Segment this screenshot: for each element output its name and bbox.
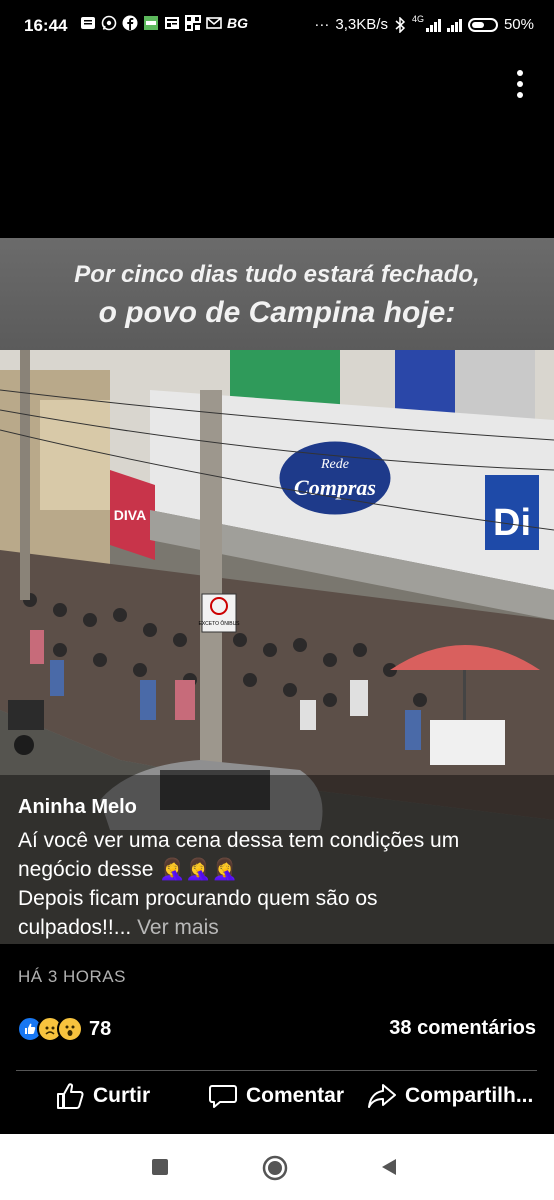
comments-count[interactable]: 38 comentários [389,1017,536,1040]
post-text-line: culpados!!... [18,916,132,939]
more-options-button[interactable] [507,66,533,102]
notification-icons: BG [80,15,248,31]
more-dot [517,92,523,98]
status-time: 16:44 [24,16,68,35]
thumbs-up-icon [57,1083,84,1109]
app-notification-icon [144,16,158,30]
photo-headline: Por cinco dias tudo estará fechado, o po… [0,256,554,332]
post-text[interactable]: Aí você ver uma cena dessa tem condições… [18,826,538,942]
more-dot [517,81,523,87]
wow-reaction-icon [57,1016,83,1042]
qr-icon [185,15,201,31]
share-button[interactable]: Compartilh... [367,1082,533,1110]
status-bar: 16:44 BG ··· 3,3KB/s 4G 50% [0,0,554,52]
square-icon[interactable] [151,1158,169,1176]
system-indicators: ··· 3,3KB/s 4G 50% [314,13,534,34]
left-store-sign-text: DIVA [114,507,146,523]
post-author[interactable]: Aninha Melo [18,796,137,819]
headline-line-1: Por cinco dias tudo estará fechado, [74,261,480,288]
circle-icon[interactable] [262,1155,288,1181]
comment-label: Comentar [246,1084,345,1107]
see-more-link[interactable]: Ver mais [137,916,219,939]
signal-2-icon [446,18,462,32]
news-icon [165,17,179,29]
headline-line-2: o povo de Campina hoje: [98,296,456,329]
facebook-icon [122,15,138,31]
triangle-back-icon[interactable] [380,1158,398,1176]
signal-icon [425,18,441,32]
post-text-line: Aí você ver uma cena dessa tem condições… [18,829,460,852]
post-text-line: Depois ficam procurando quem são os [18,887,378,910]
battery-level: 50% [503,16,534,33]
store-sign-text-1: Rede [320,457,349,472]
more-notifications: ··· [314,16,330,33]
divider [16,1070,537,1071]
battery-icon [467,17,498,32]
reaction-count: 78 [89,1017,112,1040]
more-dot [517,70,523,76]
message-icon [81,17,95,29]
reactions-summary[interactable]: 78 [17,1016,111,1042]
network-speed: 3,3KB/s [335,16,388,33]
like-label: Curtir [93,1084,151,1107]
photo-headline-banner: Por cinco dias tudo estará fechado, o po… [0,238,554,350]
like-button[interactable]: Curtir [55,1082,150,1110]
mail-icon [206,17,222,29]
bluetooth-icon [395,16,406,33]
post-timestamp: HÁ 3 HORAS [18,967,126,986]
network-type: 4G [411,13,424,24]
share-label: Compartilh... [405,1084,534,1107]
bg-indicator: BG [227,15,248,31]
street-sign-text: EXCETO ÔNIBUS [198,620,240,627]
share-arrow-icon [368,1084,396,1108]
whatsapp-icon [101,15,117,31]
post-text-line-last: culpados!!... Ver mais [18,913,538,942]
post-text-line: negócio desse 🤦‍♀️🤦‍♀️🤦‍♀️ [18,858,238,881]
system-navigation-bar [0,1134,554,1200]
speech-bubble-icon [209,1085,237,1108]
store-sign-text-2: Compras [294,475,376,500]
comment-button[interactable]: Comentar [208,1082,344,1110]
post-actions: Curtir Comentar Compartilh... [0,1082,554,1122]
